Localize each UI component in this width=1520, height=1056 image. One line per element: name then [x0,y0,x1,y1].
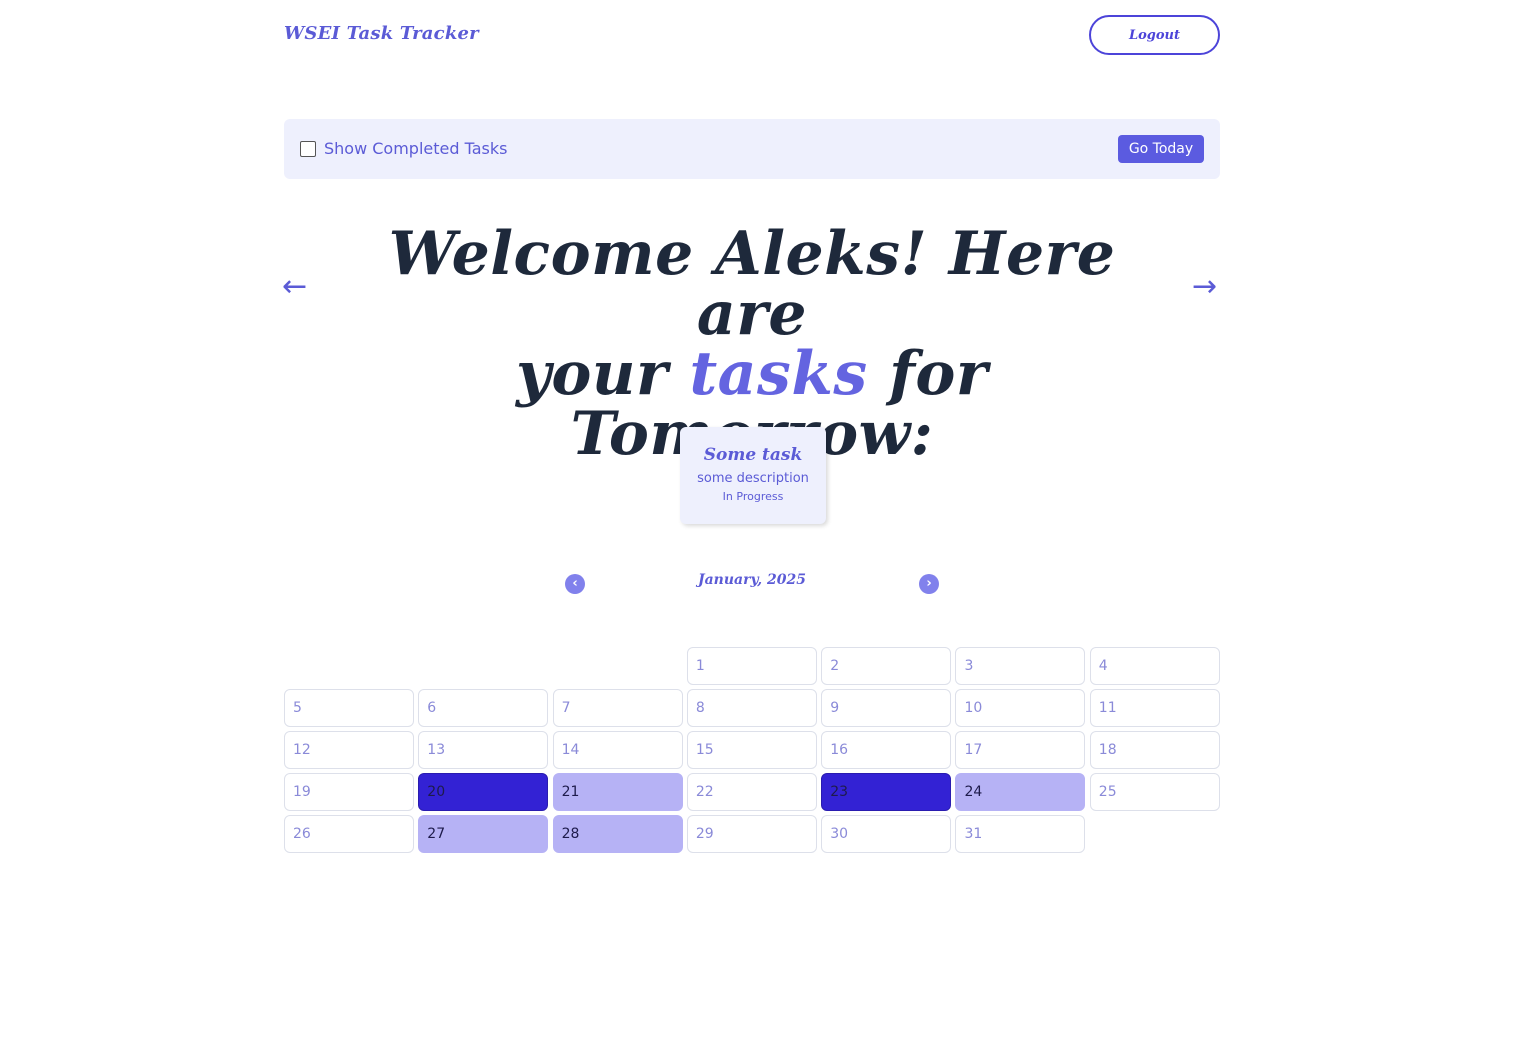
app-brand[interactable]: WSEI Task Tracker [284,23,479,44]
calendar-day-4[interactable]: 4 [1089,647,1220,685]
calendar-blank-cell [553,647,683,685]
calendar-day-22[interactable]: 22 [686,773,817,811]
calendar-day-8[interactable]: 8 [686,689,817,727]
calendar-day-2[interactable]: 2 [821,647,952,685]
calendar-blank-cell [418,647,548,685]
calendar-day-17[interactable]: 17 [955,731,1086,769]
calendar-day-12[interactable]: 12 [284,731,414,769]
calendar-blank-cell [284,647,414,685]
calendar-day-24[interactable]: 24 [955,773,1086,811]
calendar-day-18[interactable]: 18 [1089,731,1220,769]
calendar-day-11[interactable]: 11 [1089,689,1220,727]
calendar-day-7[interactable]: 7 [552,689,683,727]
task-toolbar: Show Completed Tasks Go Today [284,119,1220,179]
calendar-day-9[interactable]: 9 [821,689,952,727]
chevron-left-icon[interactable]: ‹ [565,574,585,594]
calendar-day-28[interactable]: 28 [552,815,683,853]
calendar-day-23[interactable]: 23 [821,773,952,811]
next-day-arrow-icon[interactable]: → [1192,272,1217,302]
calendar-grid: 1 2 3 4 5 6 7 8 9 10 11 12 13 14 15 16 17 18 19 20 21 22 23 24 2… [284,647,1220,853]
prev-day-arrow-icon[interactable]: ← [282,272,307,302]
calendar-day-31[interactable]: 31 [955,815,1086,853]
calendar-day-1[interactable]: 1 [686,647,817,685]
calendar-day-30[interactable]: 30 [821,815,952,853]
calendar-day-27[interactable]: 27 [418,815,549,853]
calendar-day-15[interactable]: 15 [686,731,817,769]
calendar-day-19[interactable]: 19 [284,773,414,811]
calendar-day-25[interactable]: 25 [1089,773,1220,811]
chevron-right-icon[interactable]: › [919,574,939,594]
calendar-day-20[interactable]: 20 [418,773,549,811]
calendar-day-6[interactable]: 6 [418,689,549,727]
task-title: Some task [703,445,803,465]
calendar-day-3[interactable]: 3 [955,647,1086,685]
logout-button[interactable]: Logout [1089,15,1220,55]
calendar-month-label: January, 2025 [697,572,806,588]
show-completed-checkbox[interactable] [300,141,316,157]
task-card[interactable]: Some task some description In Progress [680,427,826,524]
header: WSEI Task Tracker Logout [284,15,1220,55]
calendar-day-21[interactable]: 21 [552,773,683,811]
task-description: some description [697,471,809,486]
go-today-button[interactable]: Go Today [1118,135,1204,163]
show-completed-label[interactable]: Show Completed Tasks [324,139,507,158]
title-line-1: Welcome Aleks! Here are [388,219,1116,349]
calendar-day-13[interactable]: 13 [418,731,549,769]
calendar-day-10[interactable]: 10 [955,689,1086,727]
calendar-day-14[interactable]: 14 [552,731,683,769]
calendar-day-16[interactable]: 16 [821,731,952,769]
calendar-day-29[interactable]: 29 [686,815,817,853]
calendar-day-5[interactable]: 5 [284,689,414,727]
task-status: In Progress [722,490,784,503]
calendar-day-26[interactable]: 26 [284,815,414,853]
